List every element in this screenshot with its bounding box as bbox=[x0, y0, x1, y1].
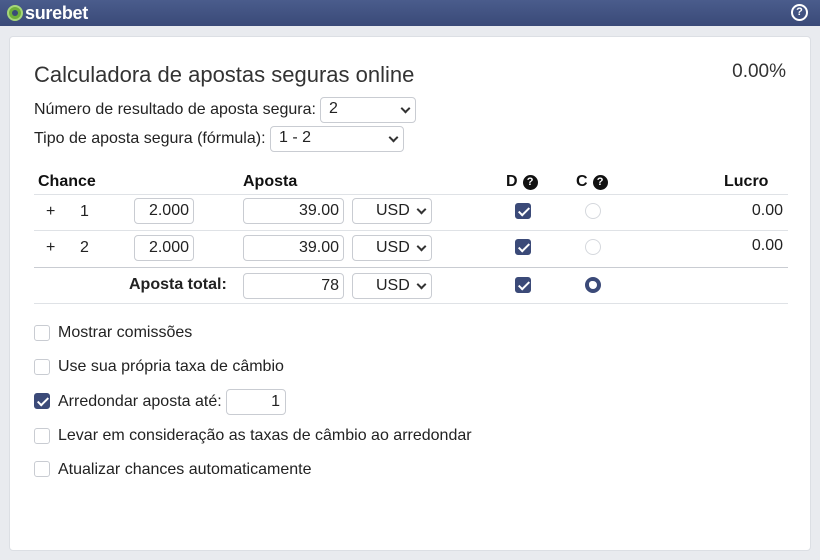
row-1-plus[interactable]: + bbox=[46, 203, 55, 221]
chevron-down-icon bbox=[388, 132, 399, 143]
row-2-plus[interactable]: + bbox=[46, 239, 55, 257]
divider bbox=[34, 230, 788, 231]
show-commissions-checkbox[interactable] bbox=[34, 325, 50, 341]
total-currency-select[interactable]: USD bbox=[352, 273, 432, 299]
divider bbox=[34, 267, 788, 268]
row-1-profit: 0.00 bbox=[751, 202, 783, 219]
row-2-currency-select[interactable]: USD bbox=[352, 235, 432, 261]
row-1-currency-value: USD bbox=[376, 202, 410, 219]
help-d-icon[interactable]: ? bbox=[522, 175, 538, 190]
total-currency-value: USD bbox=[376, 277, 410, 294]
total-d-checkbox[interactable] bbox=[515, 277, 531, 293]
brand-logo[interactable]: surebet bbox=[7, 2, 88, 24]
help-icon[interactable]: ? bbox=[791, 4, 808, 21]
row-2-currency-value: USD bbox=[376, 239, 410, 256]
row-2-c-radio[interactable] bbox=[585, 239, 601, 255]
chevron-down-icon bbox=[416, 241, 427, 252]
col-c-label: C bbox=[576, 173, 588, 190]
col-aposta: Aposta bbox=[243, 173, 298, 190]
total-stake-input[interactable]: 78 bbox=[243, 273, 344, 299]
consider-rates-label[interactable]: Levar em consideração as taxas de câmbio… bbox=[58, 427, 472, 445]
outcomes-value: 2 bbox=[329, 100, 338, 117]
help-c-icon[interactable]: ? bbox=[592, 175, 608, 190]
auto-update-checkbox[interactable] bbox=[34, 461, 50, 477]
divider bbox=[34, 194, 788, 195]
total-label: Aposta total: bbox=[129, 276, 227, 293]
row-2-profit: 0.00 bbox=[751, 237, 783, 254]
row-1-odds-input[interactable]: 2.000 bbox=[134, 198, 194, 224]
row-1-d-checkbox[interactable] bbox=[515, 203, 531, 219]
own-rate-checkbox[interactable] bbox=[34, 359, 50, 375]
divider bbox=[34, 303, 788, 304]
formula-value: 1 - 2 bbox=[279, 129, 312, 146]
outcomes-label: Número de resultado de aposta segura: bbox=[34, 101, 316, 118]
row-1-number: 1 bbox=[80, 203, 89, 220]
row-1-stake-input[interactable]: 39.00 bbox=[243, 198, 344, 224]
round-bet-label[interactable]: Arredondar aposta até: bbox=[58, 393, 222, 411]
row-1-currency-select[interactable]: USD bbox=[352, 198, 432, 224]
row-2-odds-input[interactable]: 2.000 bbox=[134, 235, 194, 261]
consider-rates-checkbox[interactable] bbox=[34, 428, 50, 444]
outcomes-select[interactable]: 2 bbox=[320, 97, 416, 123]
logo-icon bbox=[7, 5, 23, 21]
page-title: Calculadora de apostas seguras online bbox=[34, 62, 415, 87]
row-1-c-radio[interactable] bbox=[585, 203, 601, 219]
row-2-number: 2 bbox=[80, 239, 89, 256]
formula-label: Tipo de aposta segura (fórmula): bbox=[34, 130, 266, 147]
col-d-label: D bbox=[506, 173, 518, 190]
top-bar: surebet ? bbox=[0, 0, 820, 26]
calculator-card: Calculadora de apostas seguras online 0.… bbox=[9, 36, 811, 551]
col-lucro: Lucro bbox=[724, 173, 769, 190]
show-commissions-label[interactable]: Mostrar comissões bbox=[58, 324, 192, 342]
row-2-d-checkbox[interactable] bbox=[515, 239, 531, 255]
formula-select[interactable]: 1 - 2 bbox=[270, 126, 404, 152]
chevron-down-icon bbox=[416, 279, 427, 290]
auto-update-label[interactable]: Atualizar chances automaticamente bbox=[58, 461, 311, 479]
col-c: C? bbox=[576, 173, 608, 191]
round-bet-input[interactable]: 1 bbox=[226, 389, 286, 415]
col-d: D? bbox=[506, 173, 538, 191]
chevron-down-icon bbox=[400, 103, 411, 114]
col-chance: Chance bbox=[38, 173, 96, 190]
chevron-down-icon bbox=[416, 204, 427, 215]
round-bet-checkbox[interactable] bbox=[34, 393, 50, 409]
brand-name: surebet bbox=[25, 2, 88, 23]
row-2-stake-input[interactable]: 39.00 bbox=[243, 235, 344, 261]
own-rate-label[interactable]: Use sua própria taxa de câmbio bbox=[58, 358, 284, 376]
profit-percent: 0.00% bbox=[732, 61, 786, 82]
total-c-radio[interactable] bbox=[585, 277, 601, 293]
